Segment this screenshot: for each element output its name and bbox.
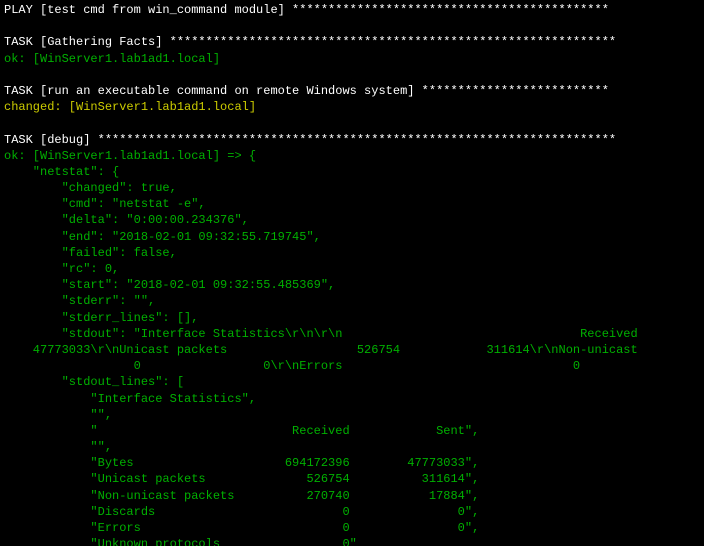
terminal-line: "stdout_lines": [ <box>4 374 700 390</box>
terminal-line: TASK [run an executable command on remot… <box>4 83 700 99</box>
terminal-line: "Non-unicast packets 270740 17884", <box>4 488 700 504</box>
terminal-span: " Received Sent", <box>4 424 479 438</box>
terminal-span: TASK [Gathering Facts] *****************… <box>4 35 616 49</box>
terminal-span: 47773033\r\nUnicast packets 526754 31161… <box>4 343 638 357</box>
terminal-line: "Errors 0 0", <box>4 520 700 536</box>
terminal-line: TASK [debug] ***************************… <box>4 132 700 148</box>
terminal-line <box>4 67 700 83</box>
terminal-span: "stdout_lines": [ <box>4 375 184 389</box>
terminal-line: "Discards 0 0", <box>4 504 700 520</box>
terminal-span: "", <box>4 408 112 422</box>
terminal-line <box>4 115 700 131</box>
terminal-span: PLAY [test cmd from win_command module] … <box>4 3 609 17</box>
terminal-span: "Interface Statistics", <box>4 392 256 406</box>
terminal-line: "cmd": "netstat -e", <box>4 196 700 212</box>
terminal-line: ok: [WinServer1.lab1ad1.local] <box>4 51 700 67</box>
terminal-line: "netstat": { <box>4 164 700 180</box>
terminal-line: "stdout": "Interface Statistics\r\n\r\n … <box>4 326 700 342</box>
terminal-span: "stderr_lines": [], <box>4 311 198 325</box>
terminal-span: "Bytes 694172396 47773033", <box>4 456 479 470</box>
terminal-line: "start": "2018-02-01 09:32:55.485369", <box>4 277 700 293</box>
terminal-line: "changed": true, <box>4 180 700 196</box>
terminal-span: "stdout": "Interface Statistics\r\n\r\n … <box>4 327 638 341</box>
terminal-line: "", <box>4 407 700 423</box>
terminal-span: "netstat": { <box>4 165 119 179</box>
terminal-span: "stderr": "", <box>4 294 155 308</box>
terminal-line: "Unknown protocols 0" <box>4 536 700 546</box>
terminal-line: "Unicast packets 526754 311614", <box>4 471 700 487</box>
terminal-span: TASK [debug] ***************************… <box>4 133 616 147</box>
terminal-line: "stderr_lines": [], <box>4 310 700 326</box>
terminal-span: "delta": "0:00:00.234376", <box>4 213 249 227</box>
terminal-line: " Received Sent", <box>4 423 700 439</box>
terminal-line: TASK [Gathering Facts] *****************… <box>4 34 700 50</box>
terminal-span: TASK [run an executable command on remot… <box>4 84 609 98</box>
terminal-line: changed: [WinServer1.lab1ad1.local] <box>4 99 700 115</box>
terminal-line: "delta": "0:00:00.234376", <box>4 212 700 228</box>
terminal-line: "rc": 0, <box>4 261 700 277</box>
terminal-span: "Non-unicast packets 270740 17884", <box>4 489 479 503</box>
terminal-line: "stderr": "", <box>4 293 700 309</box>
terminal-line: 47773033\r\nUnicast packets 526754 31161… <box>4 342 700 358</box>
terminal-line: "Interface Statistics", <box>4 391 700 407</box>
terminal-line: "end": "2018-02-01 09:32:55.719745", <box>4 229 700 245</box>
terminal-line: "Bytes 694172396 47773033", <box>4 455 700 471</box>
terminal-output: PLAY [test cmd from win_command module] … <box>0 0 704 546</box>
terminal-line: ok: [WinServer1.lab1ad1.local] => { <box>4 148 700 164</box>
terminal-span: "rc": 0, <box>4 262 119 276</box>
terminal-line <box>4 18 700 34</box>
terminal-line: "failed": false, <box>4 245 700 261</box>
terminal-span: ok: [WinServer1.lab1ad1.local] => { <box>4 149 256 163</box>
terminal-span: "end": "2018-02-01 09:32:55.719745", <box>4 230 321 244</box>
terminal-span: "failed": false, <box>4 246 177 260</box>
terminal-span: ok: [WinServer1.lab1ad1.local] <box>4 52 220 66</box>
terminal-span: "changed": true, <box>4 181 177 195</box>
terminal-span: "Errors 0 0", <box>4 521 479 535</box>
terminal-span: changed: [WinServer1.lab1ad1.local] <box>4 100 256 114</box>
terminal-span: "Unknown protocols 0" <box>4 537 357 546</box>
terminal-line: 0 0\r\nErrors 0 <box>4 358 700 374</box>
terminal-span: 0 0\r\nErrors 0 <box>4 359 580 373</box>
terminal-span: "cmd": "netstat -e", <box>4 197 206 211</box>
terminal-span: "Unicast packets 526754 311614", <box>4 472 479 486</box>
terminal-span: "Discards 0 0", <box>4 505 479 519</box>
terminal-span: "", <box>4 440 112 454</box>
terminal-line: "", <box>4 439 700 455</box>
terminal-line: PLAY [test cmd from win_command module] … <box>4 2 700 18</box>
terminal-span: "start": "2018-02-01 09:32:55.485369", <box>4 278 335 292</box>
